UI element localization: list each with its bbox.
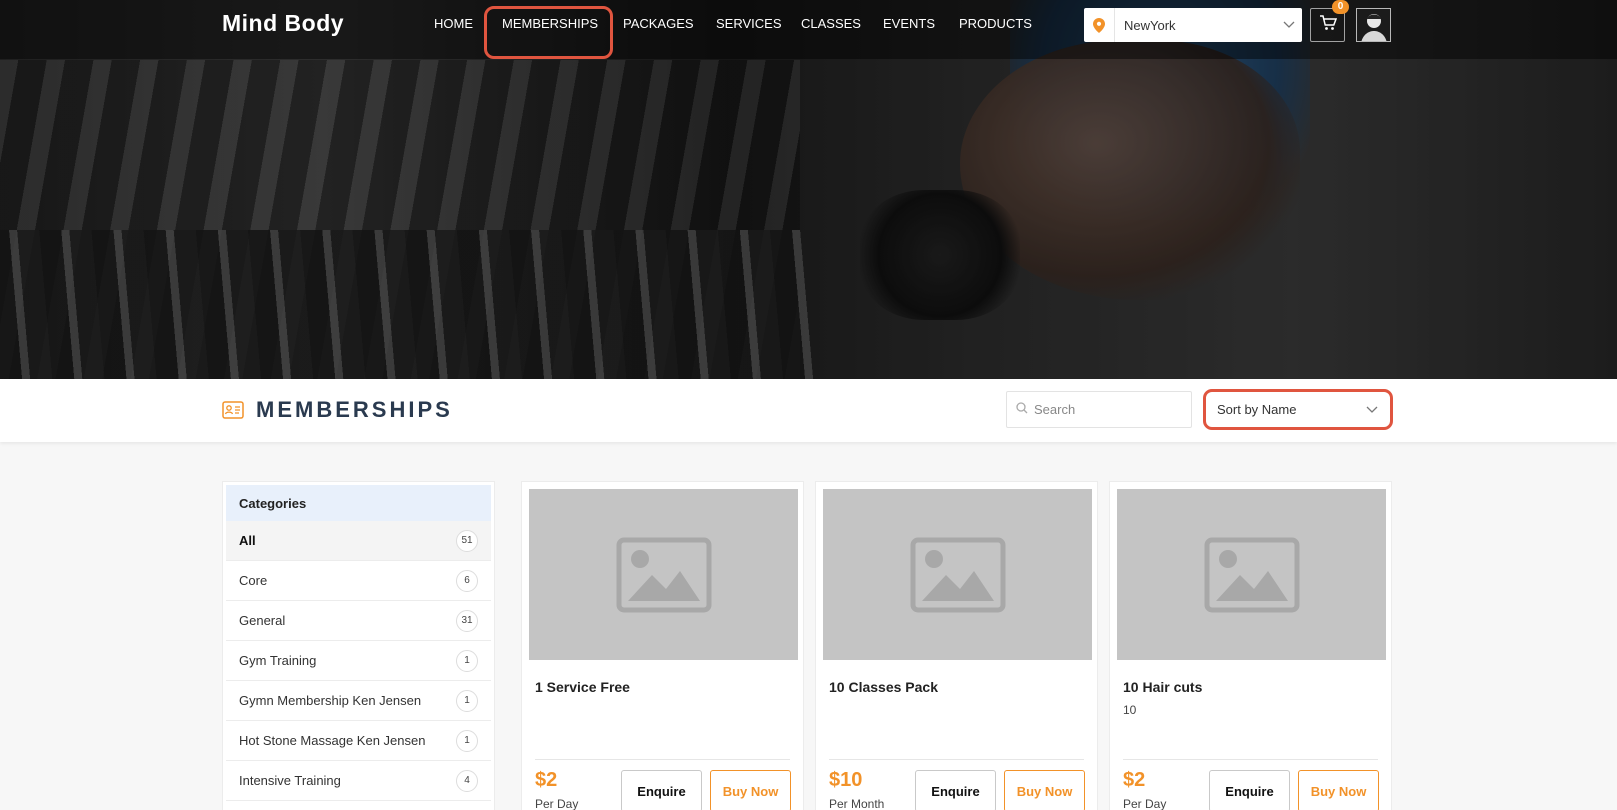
category-label: Core (239, 573, 268, 588)
nav-services[interactable]: SERVICES (716, 16, 782, 31)
category-item-gymn-membership-ken-jensen[interactable]: Gymn Membership Ken Jensen 1 (226, 681, 491, 721)
nav-home[interactable]: HOME (434, 16, 473, 31)
category-label: Gym Training (239, 653, 317, 668)
nav-events[interactable]: EVENTS (883, 16, 935, 31)
nav-classes[interactable]: CLASSES (801, 16, 861, 31)
category-item-gym-training[interactable]: Gym Training 1 (226, 641, 491, 681)
category-count: 31 (456, 609, 478, 632)
enquire-button[interactable]: Enquire (915, 770, 996, 810)
membership-card: 10 Classes Pack $10 Per Month Enquire Bu… (815, 481, 1098, 810)
sort-value: Sort by Name (1217, 402, 1297, 417)
category-count: 1 (456, 649, 478, 672)
category-count: 6 (456, 569, 478, 592)
category-label: All (239, 533, 256, 548)
image-placeholder-icon[interactable] (823, 489, 1092, 660)
cart-icon (1319, 14, 1337, 36)
enquire-button[interactable]: Enquire (621, 770, 702, 810)
site-logo[interactable]: Mind Body (222, 10, 344, 37)
card-subtitle: 10 (1123, 703, 1137, 717)
category-label: Hot Stone Massage Ken Jensen (239, 733, 426, 748)
card-title[interactable]: 10 Classes Pack (829, 679, 1090, 695)
category-label: General (239, 613, 286, 628)
nav-memberships-highlight (484, 6, 613, 59)
card-price: $2 (1123, 769, 1146, 791)
card-title[interactable]: 1 Service Free (535, 679, 796, 695)
card-title[interactable]: 10 Hair cuts (1123, 679, 1384, 695)
chevron-down-icon (1366, 401, 1378, 419)
card-subtitle (829, 703, 1090, 717)
sort-select[interactable]: Sort by Name (1203, 389, 1393, 430)
categories-sidebar: Categories All 51 Core 6 General 31 Gym … (222, 481, 495, 810)
categories-header: Categories (226, 485, 491, 521)
category-count: 1 (456, 729, 478, 752)
location-value: NewYork (1124, 17, 1176, 33)
category-label: Gymn Membership Ken Jensen (239, 693, 422, 708)
nav-products[interactable]: PRODUCTS (959, 16, 1032, 31)
card-period: Per Day (1123, 797, 1167, 810)
card-period: Per Month (829, 797, 885, 810)
search-icon (1016, 401, 1028, 419)
map-pin-icon (1084, 8, 1115, 42)
card-period: Per Day (535, 797, 579, 810)
category-item-core[interactable]: Core 6 (226, 561, 491, 601)
cart-count-badge: 0 (1332, 0, 1349, 14)
search-input[interactable] (1034, 402, 1184, 417)
top-navbar: Mind Body HOME MEMBERSHIPS PACKAGES SERV… (0, 0, 1617, 59)
category-count: 1 (456, 689, 478, 712)
category-item-all[interactable]: All 51 (226, 521, 491, 561)
page-title: MEMBERSHIPS (256, 397, 453, 422)
card-price: $10 (829, 769, 863, 791)
category-label: Intensive Training (239, 773, 341, 788)
buy-now-button[interactable]: Buy Now (1004, 770, 1085, 810)
chevron-down-icon (1276, 21, 1302, 29)
buy-now-button[interactable]: Buy Now (710, 770, 791, 810)
category-item-general[interactable]: General 31 (226, 601, 491, 641)
card-price: $2 (535, 769, 558, 791)
image-placeholder-icon[interactable] (529, 489, 798, 660)
category-count: 4 (456, 769, 478, 792)
id-card-icon (222, 401, 244, 424)
membership-card: 10 Hair cuts 10 $2 Per Day Enquire Buy N… (1109, 481, 1392, 810)
image-placeholder-icon[interactable] (1117, 489, 1386, 660)
buy-now-button[interactable]: Buy Now (1298, 770, 1379, 810)
location-select[interactable]: NewYork (1084, 8, 1302, 42)
nav-packages[interactable]: PACKAGES (623, 16, 694, 31)
category-item-hot-stone-massage-ken-jensen[interactable]: Hot Stone Massage Ken Jensen 1 (226, 721, 491, 761)
category-item-intensive-training[interactable]: Intensive Training 4 (226, 761, 491, 801)
category-count: 51 (456, 529, 478, 552)
enquire-button[interactable]: Enquire (1209, 770, 1290, 810)
page-header-bar: MEMBERSHIPS Sort by Name (0, 379, 1617, 442)
membership-card: 1 Service Free $2 Per Day Enquire Buy No… (521, 481, 804, 810)
search-box (1006, 391, 1192, 428)
user-avatar[interactable] (1356, 8, 1391, 42)
card-subtitle (535, 703, 796, 717)
